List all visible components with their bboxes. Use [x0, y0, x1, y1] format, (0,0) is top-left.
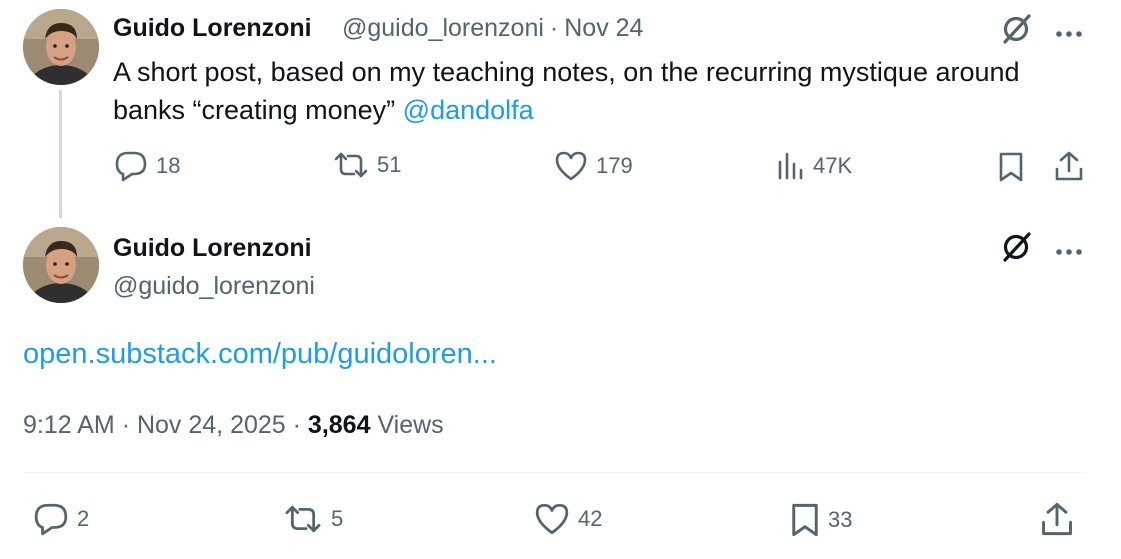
- substack-link[interactable]: open.substack.com/pub/guidoloren...: [23, 338, 497, 371]
- separator: ·: [292, 411, 301, 439]
- more-icon[interactable]: [1055, 25, 1083, 43]
- like-icon: [534, 502, 570, 536]
- tweet-text-line-1: A short post, based on my teaching notes…: [113, 57, 1020, 87]
- reply-icon: [114, 150, 148, 182]
- tweet-text: A short post, based on my teaching notes…: [113, 53, 1020, 129]
- author-handle[interactable]: @guido_lorenzoni: [342, 14, 544, 42]
- author-handle[interactable]: @guido_lorenzoni: [113, 272, 315, 301]
- repost-count: 5: [331, 506, 344, 531]
- bookmark-icon: [790, 502, 820, 538]
- more-icon[interactable]: [1055, 243, 1083, 261]
- grok-icon[interactable]: [998, 230, 1034, 269]
- reply-icon: [33, 502, 69, 536]
- avatar[interactable]: [23, 9, 99, 85]
- avatar-photo-icon: [23, 9, 99, 85]
- divider: [24, 472, 1086, 473]
- like-icon: [554, 150, 588, 182]
- like-button[interactable]: 179: [554, 150, 633, 182]
- avatar[interactable]: [23, 227, 99, 303]
- repost-icon: [333, 150, 369, 180]
- reply-count: 18: [156, 153, 181, 178]
- bookmark-count: 33: [828, 507, 853, 532]
- views-count: 47K: [813, 153, 853, 178]
- share-icon[interactable]: [1040, 501, 1074, 537]
- reply-button[interactable]: 18: [114, 150, 180, 182]
- like-count: 42: [578, 506, 603, 531]
- bookmark-icon[interactable]: [998, 151, 1024, 183]
- repost-button[interactable]: 5: [283, 503, 343, 535]
- repost-button[interactable]: 51: [333, 150, 401, 180]
- views-icon: [777, 152, 805, 180]
- reply-button[interactable]: 2: [33, 502, 89, 536]
- tweet-text-line-2: banks “creating money” @dandolfa: [113, 91, 1020, 129]
- author-meta: @guido_lorenzoni · Nov 24: [342, 14, 643, 43]
- repost-count: 51: [377, 152, 402, 177]
- avatar-photo-icon: [23, 227, 99, 303]
- tweet-thread: Guido Lorenzoni @guido_lorenzoni · Nov 24 …: [0, 0, 1121, 559]
- mention-link[interactable]: @dandolfa: [403, 95, 534, 125]
- repost-icon: [283, 503, 323, 535]
- tweet-meta: 9:12 AM · Nov 24, 2025 · 3,864 Views: [23, 411, 444, 440]
- grok-icon[interactable]: [998, 12, 1034, 51]
- views-count[interactable]: 3,864: [308, 411, 371, 439]
- bookmark-button[interactable]: 33: [790, 502, 852, 538]
- views-label: Views: [377, 411, 444, 439]
- share-icon[interactable]: [1054, 150, 1084, 182]
- like-button[interactable]: 42: [534, 502, 602, 536]
- views-button[interactable]: 47K: [777, 152, 852, 180]
- like-count: 179: [596, 153, 633, 178]
- tweet-date[interactable]: Nov 24, 2025: [137, 411, 286, 439]
- separator: ·: [549, 14, 559, 42]
- tweet-date[interactable]: Nov 24: [564, 14, 643, 42]
- separator: ·: [121, 411, 131, 439]
- tweet-time[interactable]: 9:12 AM: [23, 411, 115, 439]
- tweet-text-fragment: banks “creating money”: [113, 95, 396, 125]
- author-name[interactable]: Guido Lorenzoni: [113, 234, 312, 263]
- reply-count: 2: [77, 506, 90, 531]
- thread-line: [59, 90, 62, 218]
- author-name[interactable]: Guido Lorenzoni: [113, 14, 312, 43]
